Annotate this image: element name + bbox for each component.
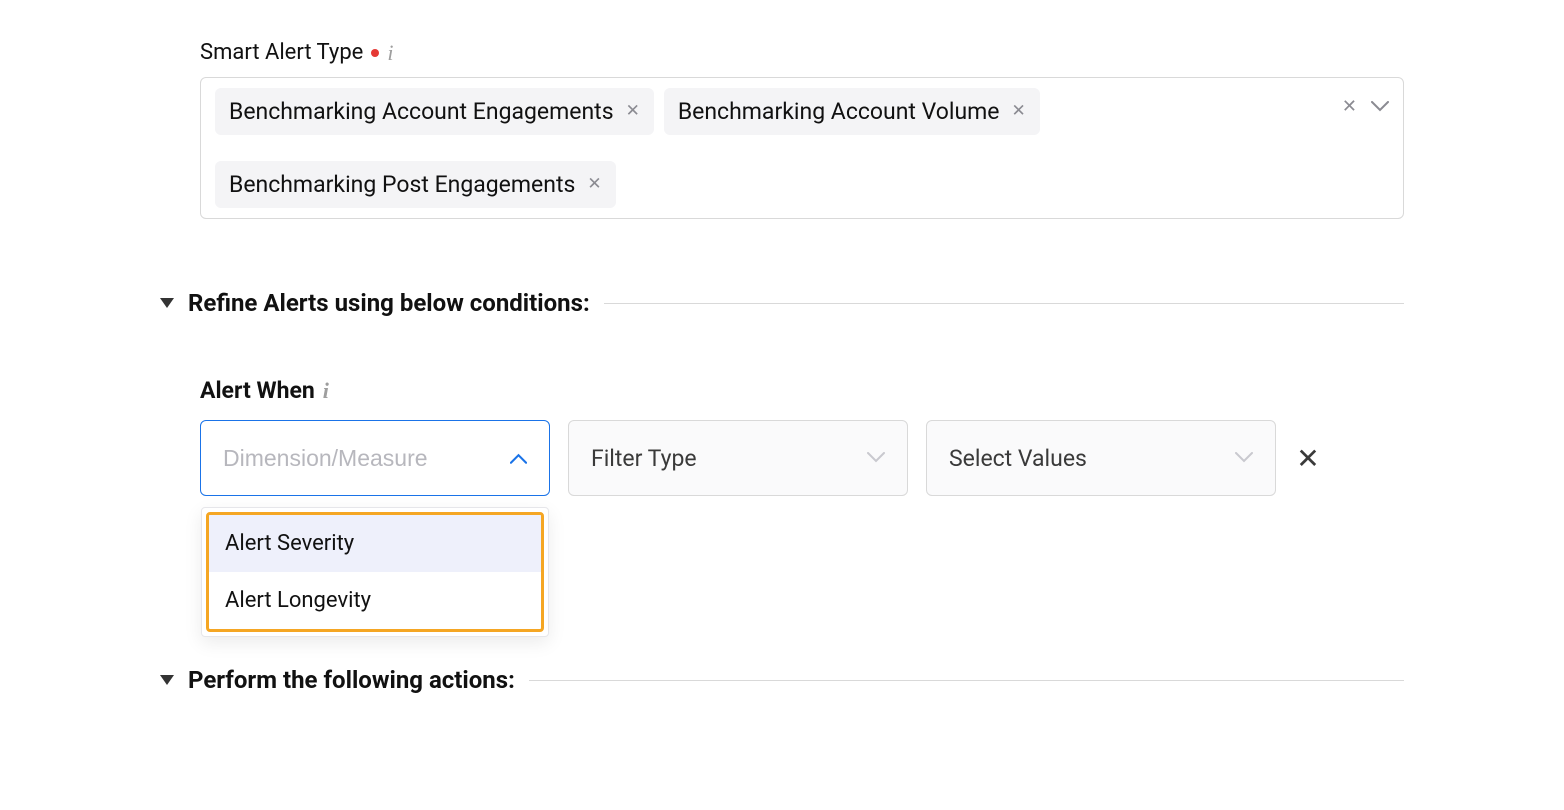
chevron-down-icon	[867, 452, 885, 464]
dimension-measure-select[interactable]: Alert Severity Alert Longevity	[200, 420, 550, 496]
info-icon[interactable]: i	[387, 42, 393, 64]
chip-benchmarking-account-engagements: Benchmarking Account Engagements ✕	[215, 88, 654, 135]
field-label-text: Smart Alert Type	[200, 40, 363, 65]
chip-label: Benchmarking Account Engagements	[229, 98, 614, 125]
divider	[604, 303, 1404, 304]
remove-row-icon[interactable]: ✕	[1294, 442, 1322, 475]
chip-remove-icon[interactable]: ✕	[1012, 103, 1026, 120]
info-icon[interactable]: i	[323, 380, 329, 402]
divider	[529, 680, 1404, 681]
chip-benchmarking-account-volume: Benchmarking Account Volume ✕	[664, 88, 1040, 135]
clear-all-icon[interactable]: ✕	[1342, 96, 1357, 117]
refine-title: Refine Alerts using below conditions:	[188, 289, 590, 317]
chip-remove-icon[interactable]: ✕	[587, 176, 601, 193]
select-values-select[interactable]: Select Values	[926, 420, 1276, 496]
alert-when-label: Alert When i	[200, 377, 1404, 404]
dropdown-highlight-frame: Alert Severity Alert Longevity	[206, 512, 544, 632]
collapse-toggle-icon[interactable]	[160, 675, 174, 685]
actions-section-header[interactable]: Perform the following actions:	[160, 666, 1404, 694]
chip-label: Benchmarking Post Engagements	[229, 171, 575, 198]
alert-filter-row: Alert Severity Alert Longevity Filter Ty…	[200, 420, 1404, 496]
smart-alert-type-multiselect[interactable]: Benchmarking Account Engagements ✕ Bench…	[200, 77, 1404, 219]
alert-when-text: Alert When	[200, 377, 315, 404]
dropdown-option-alert-severity[interactable]: Alert Severity	[209, 515, 541, 572]
filter-type-select[interactable]: Filter Type	[568, 420, 908, 496]
smart-alert-type-label: Smart Alert Type i	[200, 40, 1404, 65]
chip-remove-icon[interactable]: ✕	[626, 103, 640, 120]
dimension-measure-input[interactable]	[223, 445, 510, 472]
collapse-toggle-icon[interactable]	[160, 298, 174, 308]
filter-type-placeholder: Filter Type	[591, 445, 697, 472]
dropdown-option-alert-longevity[interactable]: Alert Longevity	[209, 572, 541, 629]
chevron-up-icon	[510, 452, 527, 464]
select-values-placeholder: Select Values	[949, 445, 1087, 472]
required-dot-icon	[371, 49, 379, 57]
multiselect-controls: ✕	[1342, 96, 1389, 117]
chip-label: Benchmarking Account Volume	[678, 98, 1000, 125]
dimension-dropdown: Alert Severity Alert Longevity	[201, 507, 549, 637]
chip-benchmarking-post-engagements: Benchmarking Post Engagements ✕	[215, 161, 616, 208]
chevron-down-icon[interactable]	[1371, 101, 1389, 113]
chevron-down-icon	[1235, 452, 1253, 464]
actions-title: Perform the following actions:	[188, 666, 515, 694]
refine-section-header[interactable]: Refine Alerts using below conditions:	[160, 289, 1404, 317]
